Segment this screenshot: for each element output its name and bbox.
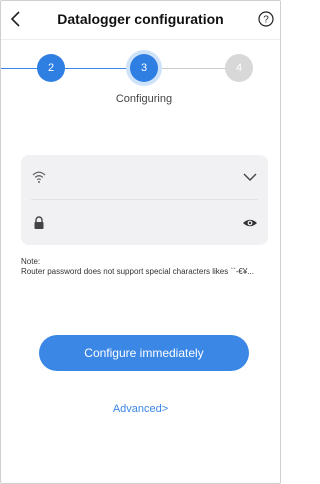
eye-icon[interactable] (242, 215, 258, 231)
step-4: 4 (225, 54, 253, 82)
step-indicator: 2 3 4 Configuring (1, 49, 280, 109)
current-step-label: Configuring (115, 93, 173, 105)
configure-immediately-button[interactable]: Configure immediately (39, 335, 249, 371)
app-screen: Datalogger configuration ? 2 3 4 Configu… (0, 0, 281, 484)
svg-text:?: ? (263, 15, 269, 26)
advanced-link[interactable]: Advanced> (1, 403, 280, 415)
wifi-select-row[interactable] (21, 155, 268, 199)
step-3-active: 3 (130, 54, 158, 82)
note-heading: Note: (21, 257, 41, 266)
wifi-name-field[interactable] (55, 165, 234, 191)
password-row[interactable] (21, 201, 268, 245)
wifi-icon (32, 171, 46, 183)
password-note: Note: Router password does not support s… (21, 257, 261, 277)
page-title: Datalogger configuration (57, 11, 224, 27)
header-divider (1, 39, 280, 40)
password-field[interactable] (55, 211, 234, 237)
help-icon[interactable]: ? (258, 11, 274, 27)
wifi-credentials-form (21, 155, 268, 245)
field-divider (31, 199, 258, 200)
progress-line-complete (1, 68, 136, 69)
lock-icon (34, 216, 44, 229)
header: Datalogger configuration ? (1, 1, 280, 39)
step-2: 2 (37, 54, 65, 82)
chevron-down-icon[interactable] (242, 169, 258, 185)
note-text: Router password does not support special… (21, 267, 254, 276)
